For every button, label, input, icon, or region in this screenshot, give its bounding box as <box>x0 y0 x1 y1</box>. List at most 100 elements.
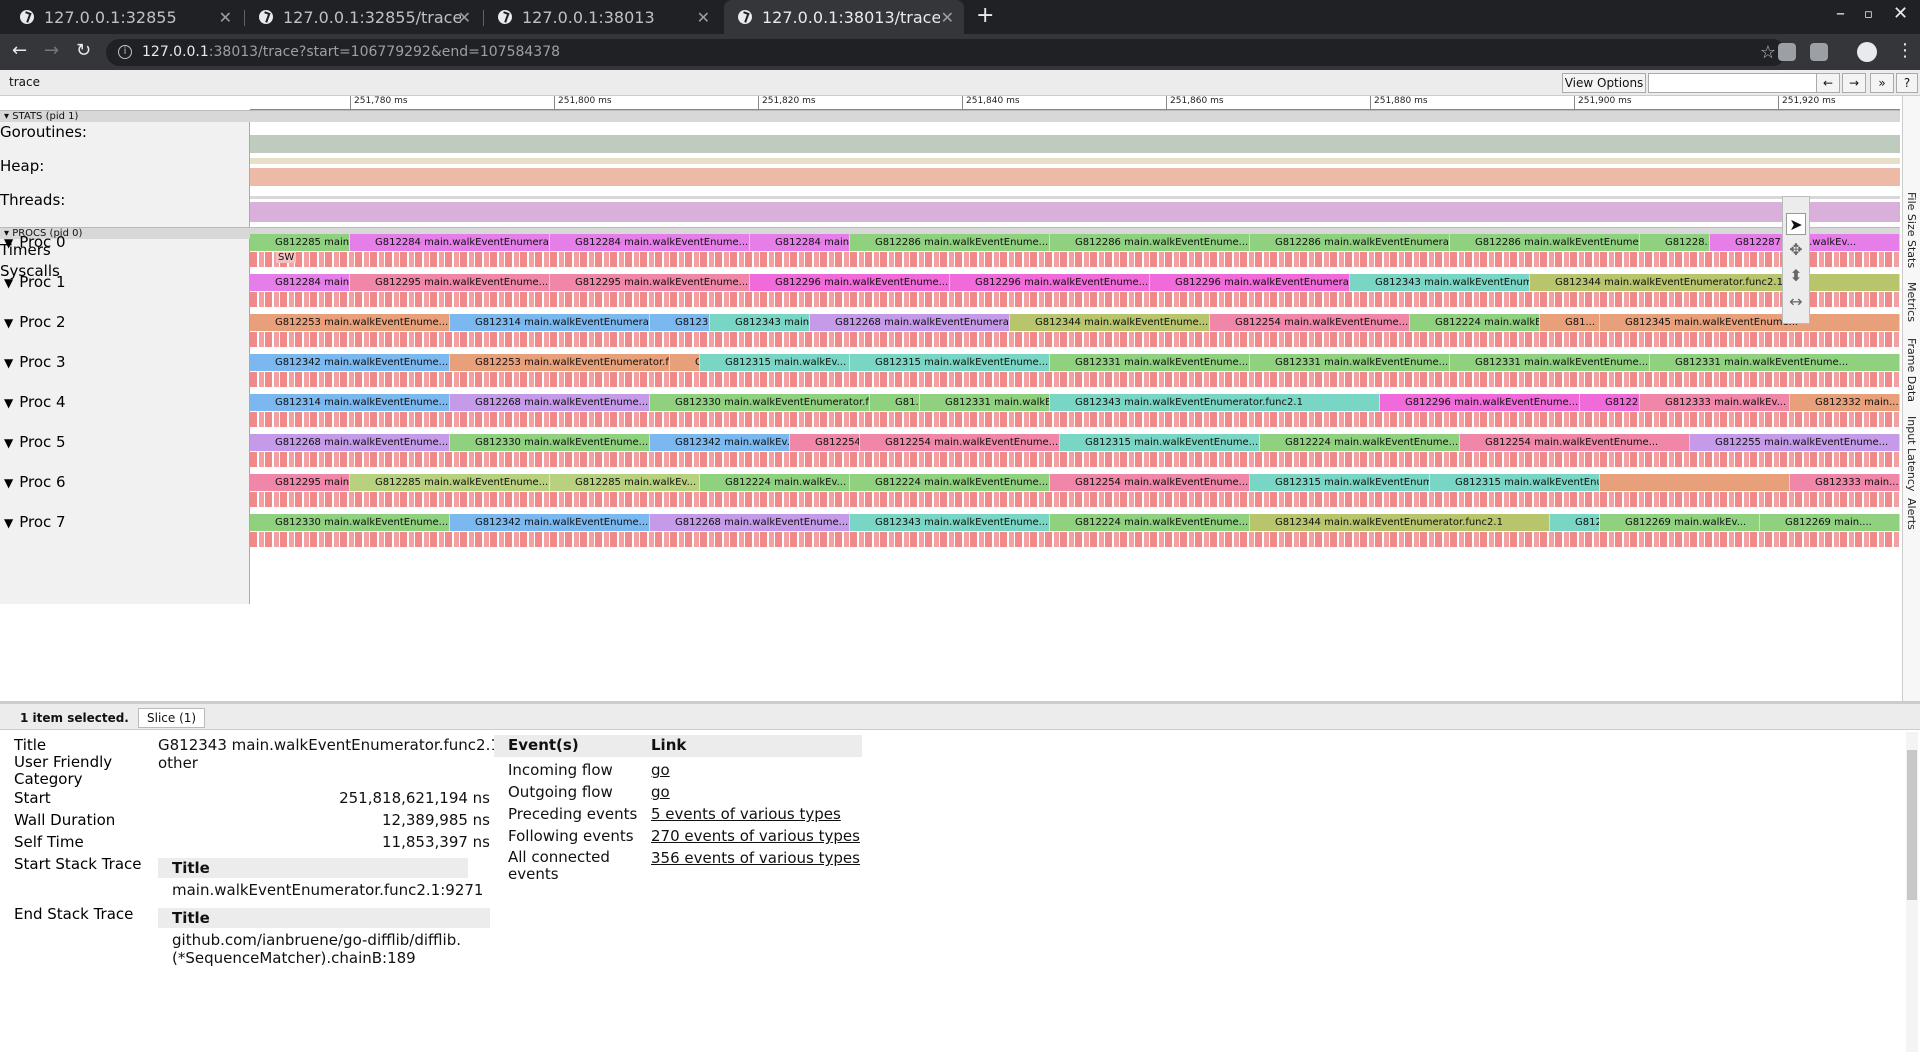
goroutine-slice[interactable]: G812344 main.walkEventEnume... <box>1010 314 1210 331</box>
goroutine-slice[interactable]: G812333 main.walkEv... <box>1640 394 1790 411</box>
goroutine-slice[interactable]: G812331 main.walkEv... <box>920 394 1050 411</box>
goroutine-slice[interactable]: G812224 main.walkEventEnume... <box>1260 434 1460 451</box>
side-tab-alerts[interactable]: Alerts <box>1905 498 1918 530</box>
goroutine-slice[interactable]: G812345 main.walkEventEnume... <box>1600 314 1900 331</box>
goroutine-slice[interactable]: G812330 main.walkEventEnume... <box>250 514 450 531</box>
threads-counter-track[interactable] <box>250 190 1900 222</box>
goroutine-slice[interactable] <box>1600 474 1790 491</box>
goroutine-slice[interactable]: G812269 main.... <box>1760 514 1900 531</box>
browser-tab-active[interactable]: 127.0.0.1:38013/trace ✕ <box>724 0 964 34</box>
preceding-events-link[interactable]: 5 events of various types <box>651 805 841 823</box>
outgoing-flow-link[interactable]: go <box>651 783 670 801</box>
select-cursor-icon[interactable]: ➤ <box>1786 213 1806 235</box>
goroutine-slice[interactable]: G812315 main.walkEventEnume... <box>1430 474 1600 491</box>
reload-button[interactable]: ↻ <box>76 40 91 61</box>
goroutine-slice[interactable]: G81... <box>870 394 920 411</box>
goroutine-slice[interactable]: G812254 main.walkEventEnume... <box>1460 434 1690 451</box>
goroutine-slice[interactable]: G812314 m... <box>650 314 710 331</box>
goroutine-slice[interactable]: G812333 main.... <box>1790 474 1900 491</box>
proc-subslice-track[interactable] <box>250 532 1900 547</box>
browser-tab[interactable]: 127.0.0.1:32855/trace ✕ <box>245 0 481 34</box>
bookmark-star-icon[interactable]: ☆ <box>1760 39 1776 66</box>
syscall-slice-label[interactable]: SW <box>276 252 297 263</box>
side-tab-metrics[interactable]: Metrics <box>1905 282 1918 322</box>
goroutine-slice[interactable]: G81... <box>1540 314 1600 331</box>
close-tab-icon[interactable]: ✕ <box>219 8 232 27</box>
goroutine-slice[interactable]: G812343 main.walkEventEnumerator.func2.1 <box>1050 394 1380 411</box>
stats-section-header[interactable]: ▾ STATS (pid 1) <box>0 110 1900 122</box>
heap-counter-track[interactable] <box>250 158 1900 186</box>
goroutine-slice[interactable]: G812255 main.walkEventEnume... <box>1690 434 1900 451</box>
help-button[interactable]: ? <box>1896 73 1918 93</box>
expand-toggle-icon[interactable]: ▼ <box>4 516 13 530</box>
goroutine-slice[interactable]: G812331 main.walkEventEnume... <box>1050 354 1250 371</box>
browser-tab[interactable]: 127.0.0.1:38013 ✕ <box>484 0 720 34</box>
extension-icon[interactable] <box>1778 43 1796 61</box>
search-prev-button[interactable]: ← <box>1816 73 1840 93</box>
goroutine-slice[interactable]: G812268 main.walkEventEnumerator.func2.1 <box>810 314 1010 331</box>
goroutine-slice[interactable]: G812254 main.walkEventEnume... <box>1210 314 1410 331</box>
address-bar[interactable]: i 127.0.0.1:38013/trace?start=106779292&… <box>106 39 1786 66</box>
proc-label[interactable]: ▼ Proc 6 <box>0 473 66 491</box>
profile-avatar-icon[interactable] <box>1857 42 1877 62</box>
proc-subslice-track[interactable] <box>250 452 1900 467</box>
goroutine-slice[interactable]: G8122... <box>1580 394 1640 411</box>
goroutine-slice[interactable]: G812224 main.walkEv... <box>1410 314 1540 331</box>
proc-label[interactable]: ▼ Proc 0 <box>0 233 66 251</box>
zoom-icon[interactable]: ⬍ <box>1786 265 1806 287</box>
minimize-button[interactable]: – <box>1836 3 1845 24</box>
goroutine-slice[interactable]: G812315 main.walkEventEnume... <box>1250 474 1430 491</box>
goroutine-slice[interactable]: G812269 main.walkEv... <box>1600 514 1760 531</box>
goroutine-slice[interactable]: G812331 main.walkEventEnume... <box>1650 354 1900 371</box>
proc-subslice-track[interactable] <box>250 292 1900 307</box>
side-tab-input-latency[interactable]: Input Latency <box>1905 416 1918 491</box>
goroutine-slice[interactable]: G812254 main.walkEventEnume... <box>860 434 1060 451</box>
goroutine-slice[interactable]: G812296 main.walkEventEnumerator.func2.1 <box>1150 274 1350 291</box>
goroutine-slice[interactable]: G812315 main.walkEventEnume... <box>850 354 1050 371</box>
goroutine-slice[interactable]: G812254 main.walkEventEnume... <box>1050 474 1250 491</box>
extension-icon[interactable] <box>1810 43 1828 61</box>
new-tab-button[interactable]: + <box>976 3 994 28</box>
goroutine-slice[interactable]: G812330 main.walkEventEnume... <box>450 434 650 451</box>
goroutine-slice[interactable]: G81228... <box>1640 234 1710 251</box>
proc-subslice-track[interactable] <box>250 492 1900 507</box>
goroutine-slice[interactable]: G812286 main.walkEventEnumerator.func2.1 <box>1250 234 1450 251</box>
close-window-button[interactable]: ✕ <box>1893 3 1908 24</box>
pan-icon[interactable]: ✥ <box>1786 239 1806 261</box>
goroutine-slice[interactable]: G... <box>670 354 700 371</box>
more-button[interactable]: » <box>1870 73 1894 93</box>
search-next-button[interactable]: → <box>1842 73 1866 93</box>
goroutine-slice[interactable]: G812296 main.walkEventEnume... <box>1380 394 1580 411</box>
goroutine-slice[interactable]: G812314 main.walkEventEnumerator.func2.1 <box>450 314 650 331</box>
search-input[interactable] <box>1648 73 1818 93</box>
proc-subslice-track[interactable] <box>250 372 1900 387</box>
goroutine-slice[interactable]: G812295 main.walkEventEnume... <box>550 274 750 291</box>
goroutine-slice[interactable]: G812343 main.walkEventEnume... <box>850 514 1050 531</box>
goroutine-slice[interactable]: G812286 main.walkEventEnume... <box>1450 234 1640 251</box>
goroutine-slice[interactable]: G812330 main.walkEventEnumerator.func2.1 <box>650 394 870 411</box>
close-tab-icon[interactable]: ✕ <box>458 8 471 27</box>
goroutine-slice[interactable]: G812295 main.... <box>250 474 350 491</box>
proc-subslice-track[interactable]: SW <box>250 252 1900 267</box>
goroutine-slice[interactable]: G812268 main.walkEventEnume... <box>250 434 450 451</box>
proc-label[interactable]: ▼ Proc 2 <box>0 313 66 331</box>
goroutine-slice[interactable]: G812342 main.walkEv... <box>650 434 790 451</box>
goroutine-slice[interactable]: G812253 main.walkEventEnume... <box>250 314 450 331</box>
goroutine-slice[interactable]: G812253 main.walkEventEnumerator.func2.1 <box>450 354 670 371</box>
goroutine-slice[interactable]: G812331 main.walkEventEnume... <box>1450 354 1650 371</box>
panel-scrollbar[interactable] <box>1906 732 1918 1052</box>
goroutine-slice[interactable]: G812342 main.walkEventEnume... <box>250 354 450 371</box>
goroutine-slice[interactable]: G812331 main.walkEventEnume... <box>1250 354 1450 371</box>
goroutine-slice[interactable]: G812285 main.walkEv... <box>550 474 700 491</box>
goroutine-slice[interactable]: G812254 m... <box>790 434 860 451</box>
goroutine-slice[interactable]: G812284 main.walkEventEnume... <box>550 234 750 251</box>
goroutine-slice[interactable]: G812285 main.walkEventEnume... <box>350 474 550 491</box>
menu-kebab-icon[interactable]: ⋮ <box>1896 40 1914 61</box>
side-tab-frame-data[interactable]: Frame Data <box>1905 338 1918 402</box>
goroutine-slice[interactable]: G812284 main.walkEventEnumerator.func2.1 <box>350 234 550 251</box>
following-events-link[interactable]: 270 events of various types <box>651 827 860 845</box>
incoming-flow-link[interactable]: go <box>651 761 670 779</box>
scrollbar-thumb[interactable] <box>1907 750 1917 900</box>
view-options-button[interactable]: View Options <box>1562 73 1646 93</box>
proc-label[interactable]: ▼ Proc 4 <box>0 393 66 411</box>
